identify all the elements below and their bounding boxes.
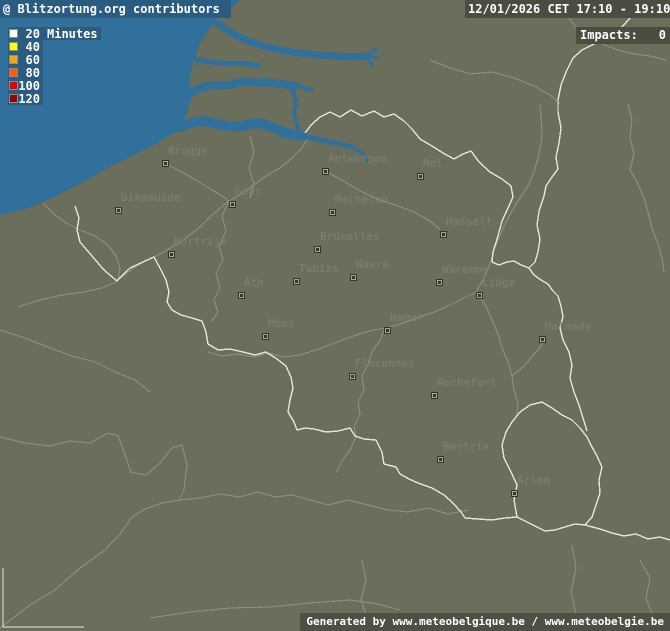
city-label: Antwerpen <box>328 153 388 164</box>
city-label: Bertrix <box>443 441 489 452</box>
city-marker <box>229 201 236 208</box>
legend-minutes-value: 60 <box>18 53 40 67</box>
legend-minutes-value: 20 <box>18 27 40 41</box>
legend-item: 20 Minutes <box>8 27 101 40</box>
city-marker <box>293 278 300 285</box>
city-marker <box>349 373 356 380</box>
city-marker <box>384 327 391 334</box>
city-label: Mechelen <box>335 194 388 205</box>
city-label: Diksmuide <box>121 192 181 203</box>
city-marker <box>115 207 122 214</box>
city-label: Mol <box>423 158 443 169</box>
city-label: Waremme <box>442 264 488 275</box>
city-label: Gent <box>235 186 262 197</box>
legend-color-swatch <box>9 42 18 51</box>
attribution-bar: @ Blitzortung.org contributors <box>0 0 231 18</box>
legend-color-swatch <box>9 81 18 90</box>
city-marker <box>539 336 546 343</box>
impacts-label: Impacts: <box>580 27 638 44</box>
legend-minutes-value: 80 <box>18 66 40 80</box>
legend-color-swatch <box>9 55 18 64</box>
legend-color-swatch <box>9 94 18 103</box>
city-label: Rochefort <box>437 377 497 388</box>
city-label: Tubize <box>299 263 339 274</box>
legend-item: 60 <box>8 53 43 66</box>
city-label: Wavre <box>356 259 389 270</box>
city-marker <box>162 160 169 167</box>
credit-bar: Generated by www.meteobelgique.be / www.… <box>300 613 670 631</box>
datetime-bar: 12/01/2026 CET 17:10 - 19:10 <box>465 0 670 18</box>
city-marker <box>238 292 245 299</box>
city-marker <box>350 274 357 281</box>
impacts-value: 0 <box>659 27 666 44</box>
impacts-counter: Impacts: 0 <box>576 27 670 44</box>
city-label: Hasselt <box>446 216 492 227</box>
city-label: Brugge <box>168 145 208 156</box>
city-marker <box>417 173 424 180</box>
city-label: Florennes <box>355 358 415 369</box>
delta-channels <box>181 22 379 161</box>
legend-color-swatch <box>9 29 18 38</box>
city-marker <box>314 246 321 253</box>
legend-minutes-value: 40 <box>18 40 40 54</box>
city-label: Namur <box>390 312 423 323</box>
city-marker <box>329 209 336 216</box>
city-label: Malmedy <box>545 321 591 332</box>
lightning-map-screen: Brugge Diksmuide Gent Kortrijk Antwerpen Mech… <box>0 0 670 631</box>
city-marker <box>431 392 438 399</box>
city-marker <box>322 168 329 175</box>
city-marker <box>476 292 483 299</box>
legend-color-swatch <box>9 68 18 77</box>
city-marker <box>262 333 269 340</box>
legend-item: 40 <box>8 40 43 53</box>
legend-minutes-value: 120 <box>18 92 40 106</box>
legend-unit-label: Minutes <box>47 27 98 41</box>
age-legend: 20 Minutes 406080100120 <box>8 27 101 105</box>
city-marker <box>511 490 518 497</box>
city-label: Liège <box>482 277 515 288</box>
city-label: Bruxelles <box>320 231 380 242</box>
city-label: Kortrijk <box>174 236 227 247</box>
city-marker <box>436 279 443 286</box>
city-label: Arlon <box>517 475 550 486</box>
city-marker <box>440 231 447 238</box>
legend-item: 120 <box>8 92 43 105</box>
city-label: Mons <box>268 318 295 329</box>
city-marker <box>168 251 175 258</box>
legend-minutes-value: 100 <box>18 79 40 93</box>
legend-item: 100 <box>8 79 43 92</box>
legend-item: 80 <box>8 66 43 79</box>
city-marker <box>437 456 444 463</box>
city-label: Ath <box>244 277 264 288</box>
